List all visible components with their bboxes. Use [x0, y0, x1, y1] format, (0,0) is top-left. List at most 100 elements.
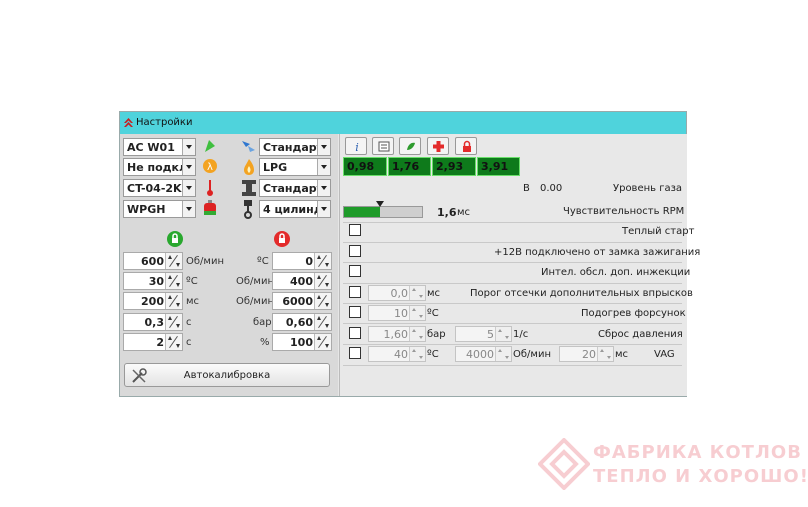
title-bar: Настройки	[120, 112, 686, 134]
info-button[interactable]: i	[345, 137, 367, 155]
pressure-reset-checkbox[interactable]	[349, 327, 361, 339]
vag-temp-field[interactable]: 40	[368, 346, 426, 362]
petrol-pressure-value: 0,60	[285, 316, 313, 329]
preheat-field[interactable]: 10	[368, 305, 426, 321]
switch-overlap-field[interactable]: 0,3	[123, 313, 183, 331]
divider	[343, 323, 682, 324]
slider-handle-icon[interactable]	[375, 200, 385, 208]
petrol-pressure-field[interactable]: 0,60	[272, 313, 332, 331]
spinner-icon[interactable]	[165, 314, 182, 330]
flame-icon	[244, 159, 254, 175]
chevron-down-icon[interactable]	[182, 201, 195, 217]
switch-delay-value: 200	[141, 295, 164, 308]
spinner-icon[interactable]	[409, 306, 425, 320]
vag-rpm-field[interactable]: 4000	[455, 346, 512, 362]
gas-level-cell: 3,91	[477, 157, 520, 176]
spinner-icon[interactable]	[314, 253, 331, 269]
switch-time-field[interactable]: 2	[123, 333, 183, 351]
temp-sensor-combo[interactable]: CT-04-2K (	[123, 179, 196, 197]
switch-overlap-unit: с	[186, 317, 192, 328]
watermark: ФАБРИКА КОТЛОВ ТЕПЛО И ХОРОШО!	[538, 436, 808, 496]
lock-button[interactable]	[455, 137, 477, 155]
petrol-min-rpm-field[interactable]: 400	[272, 272, 332, 290]
gas-level-cell-value: 2,93	[436, 160, 464, 173]
chevron-down-icon[interactable]	[317, 159, 330, 175]
service-button[interactable]	[427, 137, 449, 155]
preheat-checkbox[interactable]	[349, 306, 361, 318]
switch-rpm-field[interactable]: 600	[123, 252, 183, 270]
gas-level-cell: 1,76	[388, 157, 431, 176]
chevron-down-icon[interactable]	[317, 180, 330, 196]
pressure-reset-field[interactable]: 1,60	[368, 326, 426, 342]
switch-rpm-value: 600	[141, 255, 164, 268]
fuel-type-value: LPG	[263, 161, 288, 174]
lambda-combo[interactable]: Не подклю	[123, 158, 196, 176]
autocalibration-button[interactable]: Автокалибровка	[124, 363, 330, 387]
reducer-type-combo[interactable]: Стандарт	[259, 179, 331, 197]
cutoff-label: Порог отсечки дополнительных впрысков	[470, 288, 693, 299]
cutoff-unit: мс	[427, 288, 441, 299]
ecu-type-combo[interactable]: AC W01	[123, 138, 196, 156]
switch-delay-field[interactable]: 200	[123, 292, 183, 310]
gas-level-cell-value: 3,91	[481, 160, 509, 173]
extra-injection-checkbox[interactable]	[349, 265, 361, 277]
cutoff-checkbox[interactable]	[349, 286, 361, 298]
pressure-sensor-combo[interactable]: WPGH	[123, 200, 196, 218]
calibration-type-value: Стандарт	[263, 141, 324, 154]
divider	[343, 222, 682, 223]
chevron-down-icon[interactable]	[182, 139, 195, 155]
spinner-icon[interactable]	[314, 273, 331, 289]
vag-label: VAG	[654, 349, 675, 360]
info-icon: i	[355, 141, 359, 152]
petrol-max-rpm-value: 6000	[282, 295, 313, 308]
green-arrow-icon	[205, 140, 215, 152]
spinner-icon[interactable]	[314, 314, 331, 330]
spinner-icon[interactable]	[495, 327, 511, 341]
pressure-rate-field[interactable]: 5	[455, 326, 512, 342]
leaf-button[interactable]	[399, 137, 421, 155]
spinner-icon[interactable]	[495, 347, 511, 361]
divider	[343, 303, 682, 304]
vag-time-field[interactable]: 20	[559, 346, 614, 362]
cylinders-combo[interactable]: 4 цилиндр	[259, 200, 331, 218]
spinner-icon[interactable]	[314, 334, 331, 350]
list-button[interactable]	[372, 137, 394, 155]
spinner-icon[interactable]	[409, 327, 425, 341]
spinner-icon[interactable]	[314, 293, 331, 309]
calibration-type-combo[interactable]: Стандарт	[259, 138, 331, 156]
preheat-value: 10	[394, 307, 408, 320]
divider	[343, 283, 682, 284]
chevron-down-icon[interactable]	[182, 159, 195, 175]
rpm-sensitivity-unit: мс	[457, 207, 471, 218]
petrol-level-unit: %	[260, 337, 270, 348]
chevron-down-icon[interactable]	[317, 139, 330, 155]
switch-temp-field[interactable]: 30	[123, 272, 183, 290]
spinner-icon[interactable]	[165, 334, 182, 350]
warm-start-label: Теплый старт	[622, 226, 695, 237]
divider	[343, 242, 682, 243]
chevron-down-icon[interactable]	[182, 180, 195, 196]
svg-text:λ: λ	[207, 162, 213, 173]
spinner-icon[interactable]	[165, 253, 182, 269]
watermark-logo-icon	[538, 438, 590, 490]
ignition-checkbox[interactable]	[349, 245, 361, 257]
chevron-down-icon[interactable]	[317, 201, 330, 217]
petrol-level-field[interactable]: 100	[272, 333, 332, 351]
spinner-icon[interactable]	[165, 293, 182, 309]
fuel-type-combo[interactable]: LPG	[259, 158, 331, 176]
thermometer-icon	[207, 180, 213, 196]
cutoff-field[interactable]: 0,0	[368, 285, 426, 301]
switch-temp-unit: ºC	[186, 276, 198, 287]
warm-start-checkbox[interactable]	[349, 224, 361, 236]
spinner-icon[interactable]	[597, 347, 613, 361]
petrol-temp-field[interactable]: 0	[272, 252, 332, 270]
spinner-icon[interactable]	[409, 286, 425, 300]
vag-time-unit: мс	[615, 349, 629, 360]
vag-checkbox[interactable]	[349, 347, 361, 359]
svg-text:i: i	[355, 141, 359, 152]
rpm-sensitivity-label: Чувствительность RPM	[563, 206, 685, 217]
rpm-sensitivity-value: 1,6	[437, 206, 457, 219]
spinner-icon[interactable]	[165, 273, 182, 289]
spinner-icon[interactable]	[409, 347, 425, 361]
petrol-max-rpm-field[interactable]: 6000	[272, 292, 332, 310]
